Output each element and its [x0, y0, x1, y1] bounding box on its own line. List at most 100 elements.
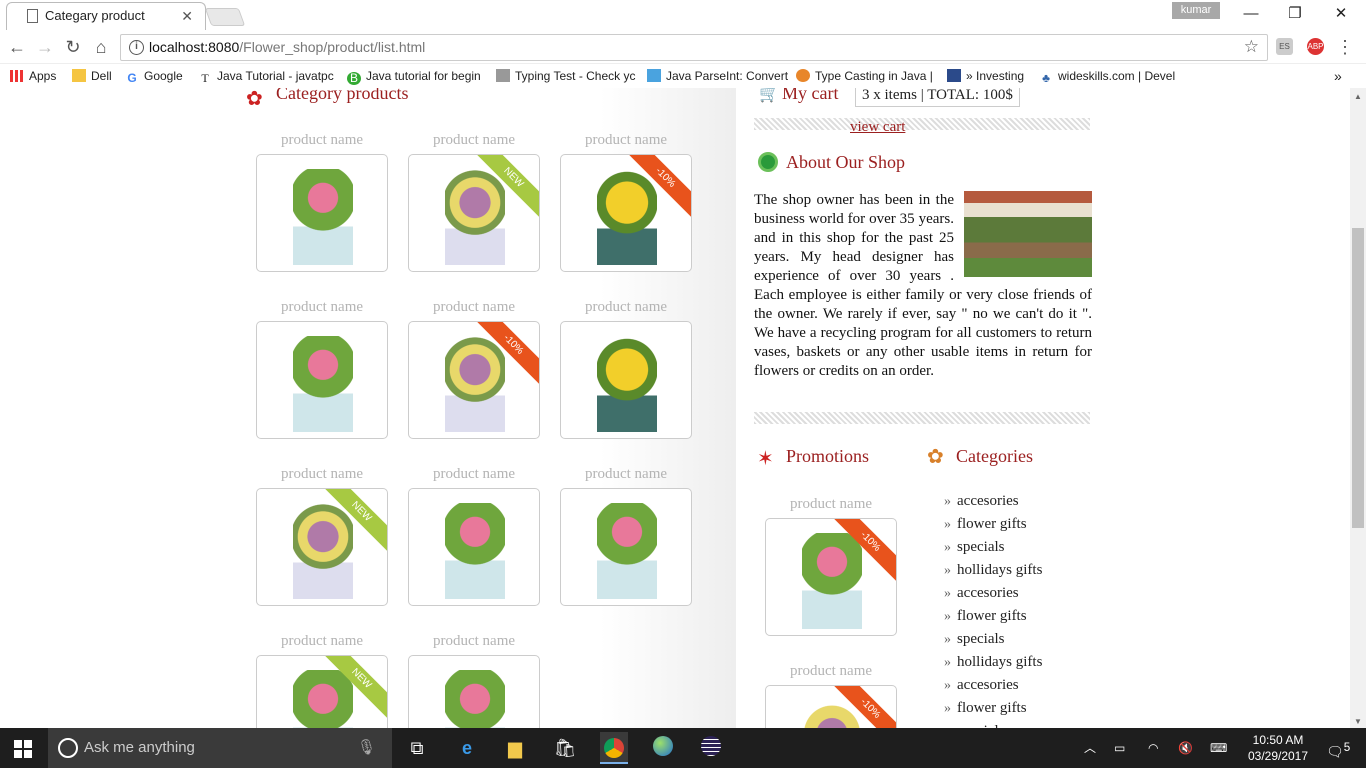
product-name[interactable]: product name [560, 299, 692, 316]
bookmark-dell[interactable]: Dell [72, 68, 112, 84]
url-path: /Flower_shop/product/list.html [239, 39, 426, 55]
category-link[interactable]: accesories [944, 582, 1042, 605]
product-name[interactable]: product name [256, 466, 388, 483]
taskbar-clock[interactable]: 10:50 AM 03/29/2017 [1238, 732, 1318, 764]
close-tab-icon[interactable]: ✕ [181, 3, 193, 29]
store-icon[interactable]: 🛍 [552, 736, 578, 760]
categories-list: accesoriesflower giftsspecialshollidays … [944, 490, 1042, 728]
product-name[interactable]: product name [256, 132, 388, 149]
category-link[interactable]: accesories [944, 674, 1042, 697]
product-name[interactable]: product name [408, 466, 540, 483]
file-explorer-icon[interactable]: ▆ [502, 736, 528, 760]
my-cart-heading: My cart [782, 88, 839, 103]
category-link[interactable]: flower gifts [944, 605, 1042, 628]
yellow-bouquet-image [597, 336, 657, 432]
bookmark-apps[interactable]: Apps [10, 68, 56, 84]
edge-icon[interactable]: e [454, 736, 480, 760]
bookmark-google[interactable]: G Google [125, 68, 182, 85]
scroll-down-icon[interactable]: ▼ [1354, 717, 1362, 726]
close-window-button[interactable]: ✕ [1318, 3, 1364, 25]
product-name[interactable]: product name [408, 633, 540, 650]
bookmark-javatpoint[interactable]: T Java Tutorial - javatpc [198, 68, 333, 85]
scrollbar-thumb[interactable] [1352, 228, 1364, 528]
mixed-bouquet-image [445, 169, 505, 265]
product-name[interactable]: product name [408, 132, 540, 149]
product-card[interactable] [408, 488, 540, 606]
promo-product-card[interactable]: -10% [765, 518, 897, 636]
product-card[interactable] [256, 154, 388, 272]
product-name[interactable]: product name [560, 132, 692, 149]
info-icon[interactable]: i [129, 40, 144, 55]
forward-icon[interactable]: → [34, 36, 56, 58]
minimize-button[interactable]: — [1228, 3, 1274, 25]
category-link[interactable]: accesories [944, 490, 1042, 513]
more-bookmarks-icon[interactable]: » [1334, 68, 1342, 84]
bookmark-type-casting[interactable]: Type Casting in Java | [796, 68, 933, 84]
category-link[interactable]: hollidays gifts [944, 651, 1042, 674]
microphone-icon[interactable]: 🎙 [357, 728, 376, 768]
cart-summary: 3 x items | TOTAL: 100$ [855, 88, 1020, 107]
page-scrollbar[interactable]: ▲ ▼ [1350, 88, 1366, 728]
globe-app-icon[interactable] [650, 736, 676, 760]
chrome-icon[interactable] [600, 732, 628, 764]
product-card[interactable]: NEW [256, 655, 388, 728]
show-hidden-icons[interactable]: ︿ [1084, 728, 1096, 768]
product-name[interactable]: product name [256, 633, 388, 650]
wifi-icon[interactable]: ◠ [1148, 728, 1158, 768]
yellow-bouquet-image [597, 169, 657, 265]
reload-icon[interactable]: ↻ [62, 36, 84, 58]
menu-icon[interactable]: ⋮ [1334, 36, 1356, 58]
home-icon[interactable]: ⌂ [90, 36, 112, 58]
category-link[interactable]: specials [944, 628, 1042, 651]
keyboard-icon[interactable]: ⌨ [1210, 728, 1227, 768]
scroll-up-icon[interactable]: ▲ [1354, 92, 1362, 101]
promo-product-name[interactable]: product name [765, 663, 897, 680]
view-cart-link[interactable]: view cart [850, 119, 905, 136]
bookmark-investing[interactable]: » Investing [947, 68, 1024, 84]
product-name[interactable]: product name [256, 299, 388, 316]
windows-start-icon[interactable] [14, 740, 32, 758]
category-link[interactable]: flower gifts [944, 513, 1042, 536]
eclipse-icon[interactable] [698, 736, 724, 760]
tree-icon: ♣ [1042, 71, 1050, 85]
bookmark-wideskills[interactable]: ♣ wideskills.com | Devel [1039, 68, 1175, 85]
browser-toolbar: ← → ↻ ⌂ i localhost:8080/Flower_shop/pro… [0, 30, 1366, 64]
new-tab-button[interactable] [204, 8, 246, 26]
product-card[interactable] [256, 321, 388, 439]
product-name[interactable]: product name [408, 299, 540, 316]
address-bar[interactable]: i localhost:8080/Flower_shop/product/lis… [120, 34, 1268, 61]
category-link[interactable]: flower gifts [944, 697, 1042, 720]
product-card[interactable]: -10% [560, 154, 692, 272]
task-view-icon[interactable]: ⧉ [404, 736, 430, 760]
promo-product-name[interactable]: product name [765, 496, 897, 513]
product-card[interactable] [408, 655, 540, 728]
leaf-bullet-icon [758, 152, 778, 172]
restore-button[interactable]: ❐ [1272, 3, 1318, 25]
profile-button[interactable]: kumar [1172, 2, 1220, 19]
tab-active[interactable]: Categary product ✕ [6, 2, 206, 30]
adblock-icon[interactable]: ABP [1307, 38, 1324, 55]
category-link[interactable]: hollidays gifts [944, 559, 1042, 582]
product-card[interactable]: -10% [408, 321, 540, 439]
product-card[interactable]: NEW [408, 154, 540, 272]
category-link[interactable]: specials [944, 536, 1042, 559]
clock-date: 03/29/2017 [1247, 749, 1309, 763]
divider [754, 118, 1090, 130]
category-link[interactable]: specials [944, 720, 1042, 728]
product-card[interactable] [560, 321, 692, 439]
product-card[interactable] [560, 488, 692, 606]
bookmark-star-icon[interactable]: ☆ [1244, 37, 1259, 57]
back-icon[interactable]: ← [6, 36, 28, 58]
volume-icon[interactable]: 🔇 [1178, 728, 1193, 768]
bookmark-java-tutorial[interactable]: B Java tutorial for begin [347, 68, 481, 85]
bookmark-typing-test[interactable]: Typing Test - Check yc [496, 68, 636, 84]
promo-product-card[interactable]: -10% [765, 685, 897, 728]
cortana-search-box[interactable]: Ask me anything 🎙 [48, 728, 392, 768]
category-products-heading: Category products [276, 88, 409, 103]
extension-es-icon[interactable]: ES [1276, 38, 1293, 55]
notifications-icon[interactable]: 🗨5 [1326, 728, 1350, 768]
product-card[interactable]: NEW [256, 488, 388, 606]
product-name[interactable]: product name [560, 466, 692, 483]
bookmark-java-parseint[interactable]: Java ParseInt: Convert [647, 68, 788, 84]
battery-icon[interactable]: ▭ [1114, 728, 1125, 768]
